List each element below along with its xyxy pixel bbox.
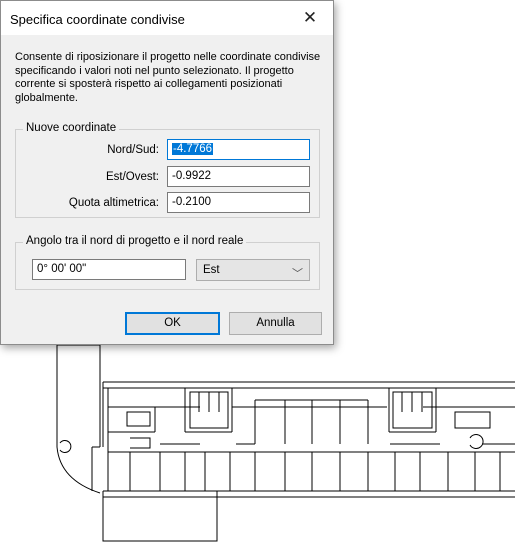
north-south-label: Nord/Sud: — [107, 144, 159, 156]
shared-coordinates-dialog: Specifica coordinate condivise ✕ Consent… — [0, 0, 334, 345]
elevation-label: Quota altimetrica: — [68, 197, 159, 209]
east-west-field[interactable]: -0.9922 — [167, 166, 310, 187]
new-coordinates-legend: Nuove coordinate — [23, 122, 120, 134]
plan-entrance-arc — [56, 446, 101, 494]
direction-value: Est — [203, 264, 220, 276]
close-icon: ✕ — [302, 8, 318, 27]
close-button[interactable]: ✕ — [287, 1, 333, 35]
elevation-field[interactable]: -0.2100 — [167, 192, 310, 213]
direction-dropdown[interactable]: Est ﹀ — [196, 259, 310, 281]
cancel-button[interactable]: Annulla — [229, 312, 322, 335]
dialog-description: Consente di riposizionare il progetto ne… — [15, 51, 321, 104]
angle-field[interactable]: 0° 00' 00" — [32, 259, 186, 280]
dialog-title: Specifica coordinate condivise — [10, 12, 185, 27]
plan-main-building — [103, 381, 515, 498]
angle-legend: Angolo tra il nord di progetto e il nord… — [23, 235, 247, 247]
dialog-titlebar[interactable]: Specifica coordinate condivise ✕ — [1, 1, 333, 35]
ok-button[interactable]: OK — [125, 312, 220, 335]
east-west-label: Est/Ovest: — [105, 171, 159, 183]
north-south-value: -4.7766 — [172, 143, 214, 155]
north-south-field[interactable]: -4.7766 — [167, 139, 310, 160]
chevron-down-icon: ﹀ — [292, 268, 303, 280]
